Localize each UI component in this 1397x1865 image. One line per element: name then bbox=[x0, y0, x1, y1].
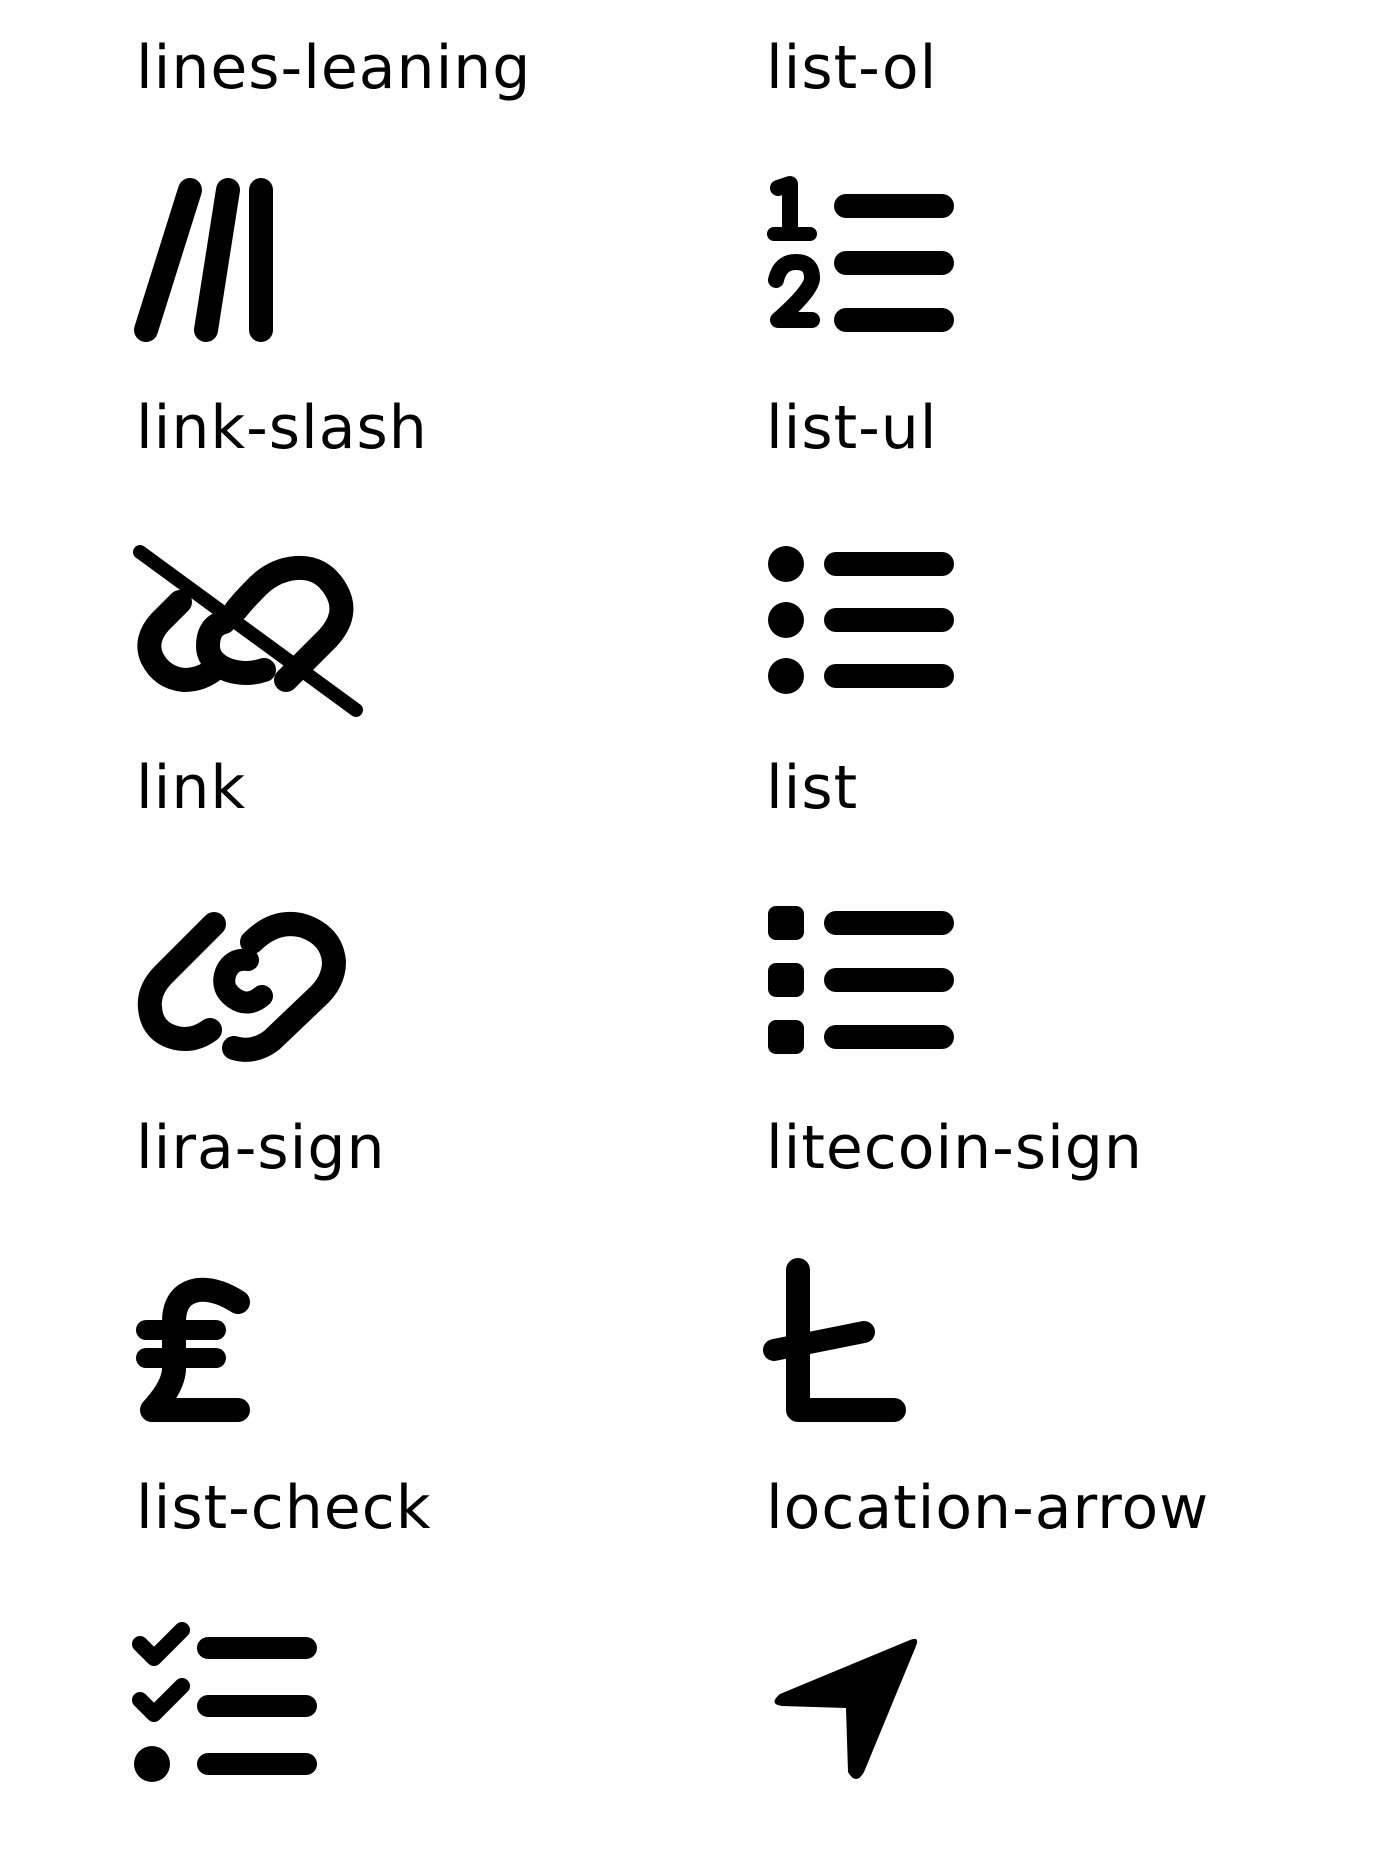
icon-label: list-check bbox=[136, 1473, 432, 1543]
icon-cell-list: list bbox=[766, 720, 1366, 1080]
icon-grid: lines-leaning list-ol link-slash list-ul bbox=[0, 0, 1397, 1865]
icon-label: lines-leaning bbox=[136, 33, 532, 103]
icon-label: list bbox=[766, 753, 859, 823]
icon-cell-link-slash: link-slash bbox=[133, 360, 736, 720]
list-ol-icon bbox=[767, 176, 954, 332]
litecoin-sign-icon bbox=[763, 1258, 906, 1422]
icon-label: lira-sign bbox=[136, 1113, 386, 1183]
icon-label: link-slash bbox=[136, 393, 428, 463]
icon-cell-lira-sign: lira-sign bbox=[136, 1080, 736, 1440]
list-check-icon bbox=[132, 1622, 317, 1782]
list-ul-icon bbox=[768, 546, 954, 694]
list-icon bbox=[768, 906, 954, 1054]
link-slash-icon bbox=[133, 545, 363, 717]
icon-cell-litecoin-sign: litecoin-sign bbox=[763, 1080, 1366, 1440]
link-icon bbox=[137, 912, 346, 1062]
icon-label: list-ol bbox=[766, 33, 938, 103]
icon-label: link bbox=[136, 753, 247, 823]
icon-cell-list-check: list-check bbox=[132, 1440, 736, 1800]
icon-cell-location-arrow: location-arrow bbox=[766, 1440, 1366, 1800]
icon-cell-list-ol: list-ol bbox=[766, 0, 1366, 360]
icon-cell-lines-leaning: lines-leaning bbox=[134, 0, 736, 360]
icon-cell-list-ul: list-ul bbox=[766, 360, 1366, 720]
icon-label: list-ul bbox=[766, 393, 938, 463]
lines-leaning-icon bbox=[134, 178, 273, 342]
icon-label: litecoin-sign bbox=[766, 1113, 1143, 1183]
icon-label: location-arrow bbox=[766, 1473, 1210, 1543]
icon-cell-link: link bbox=[136, 720, 736, 1080]
lira-sign-icon bbox=[136, 1277, 250, 1422]
location-arrow-icon bbox=[774, 1638, 918, 1779]
